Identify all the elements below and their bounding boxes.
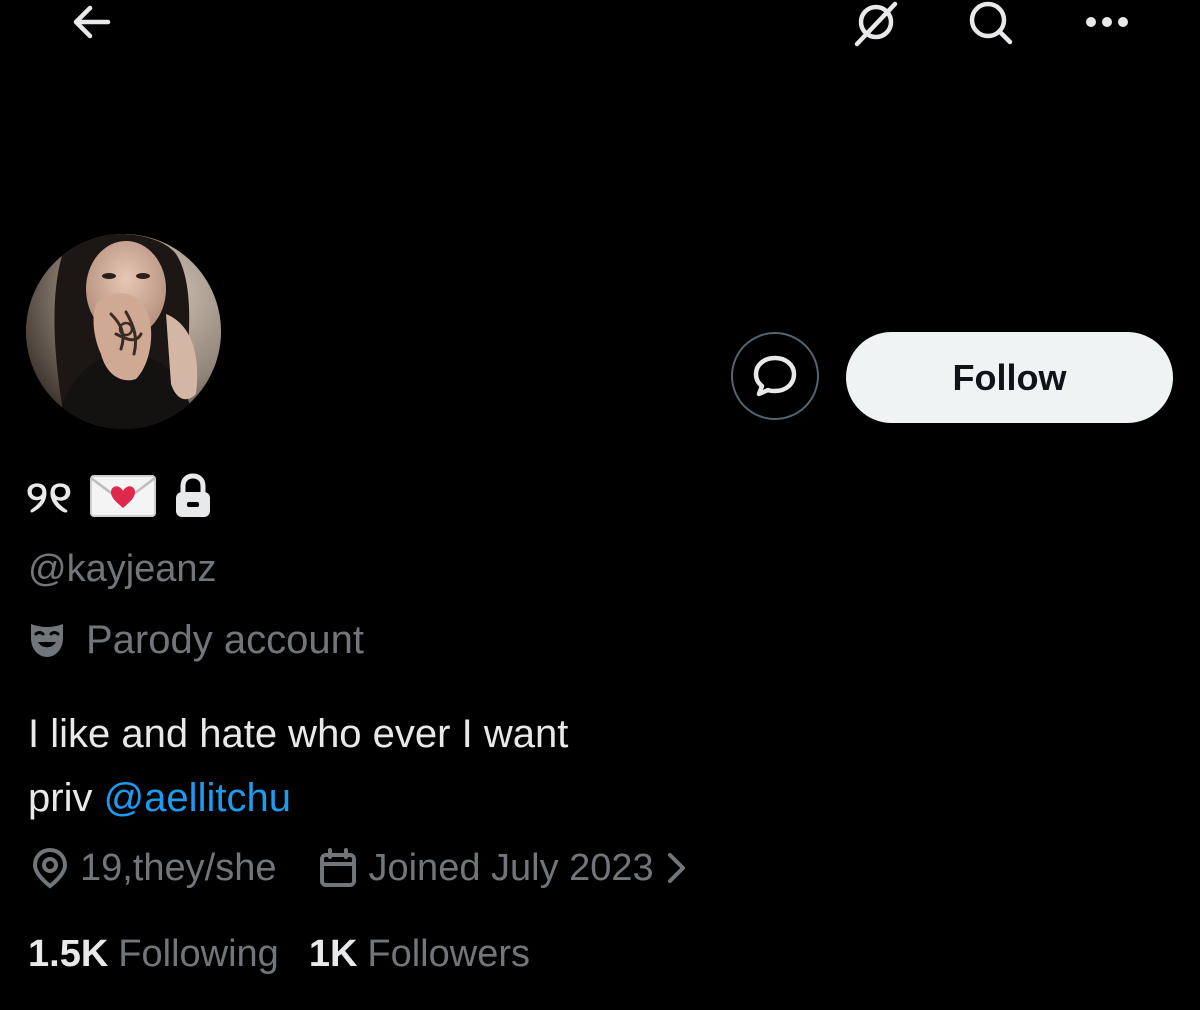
followers-count: 1K bbox=[308, 932, 358, 975]
avatar[interactable] bbox=[26, 234, 221, 429]
followers-label: Followers bbox=[367, 932, 530, 975]
parody-label: Parody account bbox=[28, 614, 364, 666]
location-item: 19,they/she bbox=[30, 846, 276, 890]
grok-icon bbox=[854, 1, 898, 47]
parody-text: Parody account bbox=[86, 617, 364, 662]
location-text: 19,they/she bbox=[80, 846, 277, 889]
search-icon bbox=[969, 1, 1013, 45]
follow-button[interactable]: Follow bbox=[846, 332, 1173, 423]
following-count: 1.5K bbox=[28, 932, 109, 975]
profile-meta: 19,they/she Joined July 2023 bbox=[30, 842, 690, 894]
message-icon bbox=[753, 355, 797, 397]
display-name: ୨୧ bbox=[26, 473, 73, 522]
search-button[interactable] bbox=[964, 0, 1018, 48]
location-pin-icon bbox=[32, 847, 68, 889]
chevron-right-icon bbox=[667, 853, 685, 883]
bio-line-2: priv @aellitchu bbox=[28, 766, 568, 830]
bio: I like and hate who ever I want priv @ae… bbox=[28, 702, 568, 830]
calendar-icon bbox=[320, 848, 357, 887]
following-link[interactable]: 1.5K Following bbox=[28, 933, 279, 976]
handle: @kayjeanz bbox=[28, 548, 217, 590]
back-arrow-icon bbox=[73, 5, 111, 39]
grok-button[interactable] bbox=[848, 0, 904, 48]
lock-icon bbox=[173, 472, 213, 524]
bio-mention-link[interactable]: @aellitchu bbox=[104, 776, 291, 820]
back-button[interactable] bbox=[64, 0, 120, 44]
more-button[interactable] bbox=[1082, 4, 1132, 40]
followers-link[interactable]: 1K Followers bbox=[309, 933, 530, 976]
name-row: ୨୧ bbox=[26, 470, 213, 526]
joined-item[interactable]: Joined July 2023 bbox=[318, 847, 689, 890]
more-icon bbox=[1086, 17, 1128, 27]
joined-text: Joined July 2023 bbox=[368, 846, 654, 889]
bio-prefix: priv bbox=[28, 776, 104, 820]
following-label: Following bbox=[118, 932, 279, 975]
bio-line-1: I like and hate who ever I want bbox=[28, 712, 569, 756]
avatar-image bbox=[26, 234, 221, 429]
parody-mask-icon bbox=[31, 624, 63, 657]
follow-stats: 1.5K Following 1K Followers bbox=[28, 928, 530, 980]
message-button[interactable] bbox=[731, 332, 819, 420]
love-letter-icon bbox=[89, 472, 157, 525]
